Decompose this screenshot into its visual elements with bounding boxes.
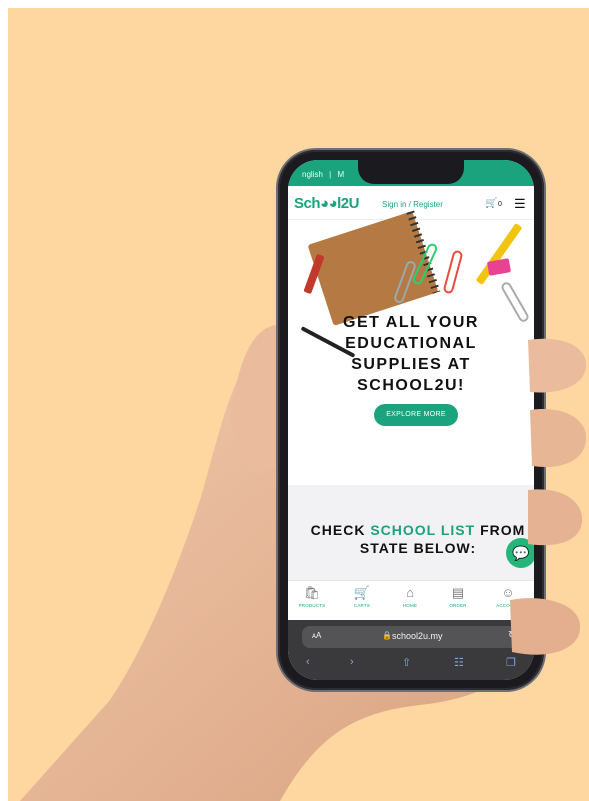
chat-bubble-icon[interactable]: 💬	[506, 538, 534, 568]
nav-products[interactable]: 🛍 PRODUCTS	[290, 585, 334, 608]
cart-icon: 🛒	[353, 585, 371, 600]
explore-more-button[interactable]: EXPLORE MORE	[374, 404, 458, 426]
address-bar[interactable]: ᴀA 🔒 school2u.my ↻	[302, 626, 522, 648]
bookmarks-icon[interactable]: ☷	[454, 656, 464, 669]
language-separator: |	[329, 170, 332, 179]
receipt-icon: ▤	[451, 585, 465, 600]
hamburger-icon[interactable]: ☰	[514, 196, 526, 212]
eraser-image	[486, 258, 512, 276]
back-icon[interactable]: ‹	[306, 656, 310, 668]
tabs-icon[interactable]: ❐	[506, 656, 516, 669]
user-icon: ☺	[501, 585, 515, 600]
language-malay-link[interactable]: M	[337, 170, 344, 179]
nav-carts[interactable]: 🛒 CARTS	[340, 585, 384, 608]
school-list-title: CHECK SCHOOL LIST FROM STATE BELOW:	[310, 522, 526, 556]
hero-banner: GET ALL YOUR EDUCATIONAL SUPPLIES AT SCH…	[288, 210, 534, 485]
phone: nglish | M Sch◕◕l2U Sign in / Register 🛒…	[278, 150, 544, 690]
bag-icon: 🛍	[303, 585, 321, 600]
nav-account[interactable]: ☺ ACCOUNT	[486, 585, 530, 608]
reader-aa-button[interactable]: ᴀA	[312, 631, 321, 640]
nav-order[interactable]: ▤ ORDER	[436, 585, 480, 608]
share-icon[interactable]: ⇧	[402, 656, 411, 669]
phone-screen: nglish | M Sch◕◕l2U Sign in / Register 🛒…	[288, 160, 534, 680]
safari-bottom-icons: ‹ › ⇧ ☷ ❐	[288, 654, 534, 674]
bottom-navigation: 🛍 PRODUCTS 🛒 CARTS ⌂ HOME ▤ ORDER ☺ ACCO…	[288, 580, 534, 620]
phone-notch	[358, 160, 464, 184]
reload-icon[interactable]: ↻	[508, 630, 516, 641]
cart-icon[interactable]: 🛒	[485, 198, 497, 209]
home-icon: ⌂	[406, 585, 414, 600]
forward-icon[interactable]: ›	[350, 656, 354, 668]
school2u-logo[interactable]: Sch◕◕l2U	[294, 195, 359, 212]
url-text: school2u.my	[392, 631, 443, 641]
paperclip-image	[442, 249, 464, 295]
pencil-image	[475, 223, 523, 285]
safari-toolbar: ᴀA 🔒 school2u.my ↻ ‹ › ⇧ ☷ ❐	[288, 620, 534, 680]
lock-icon: 🔒	[382, 631, 392, 640]
signin-register-link[interactable]: Sign in / Register	[382, 200, 443, 209]
cart-count: 0	[498, 201, 502, 208]
hero-title: GET ALL YOUR EDUCATIONAL SUPPLIES AT SCH…	[343, 314, 479, 394]
nav-home[interactable]: ⌂ HOME	[388, 585, 432, 608]
language-english-link[interactable]: nglish	[302, 170, 323, 179]
